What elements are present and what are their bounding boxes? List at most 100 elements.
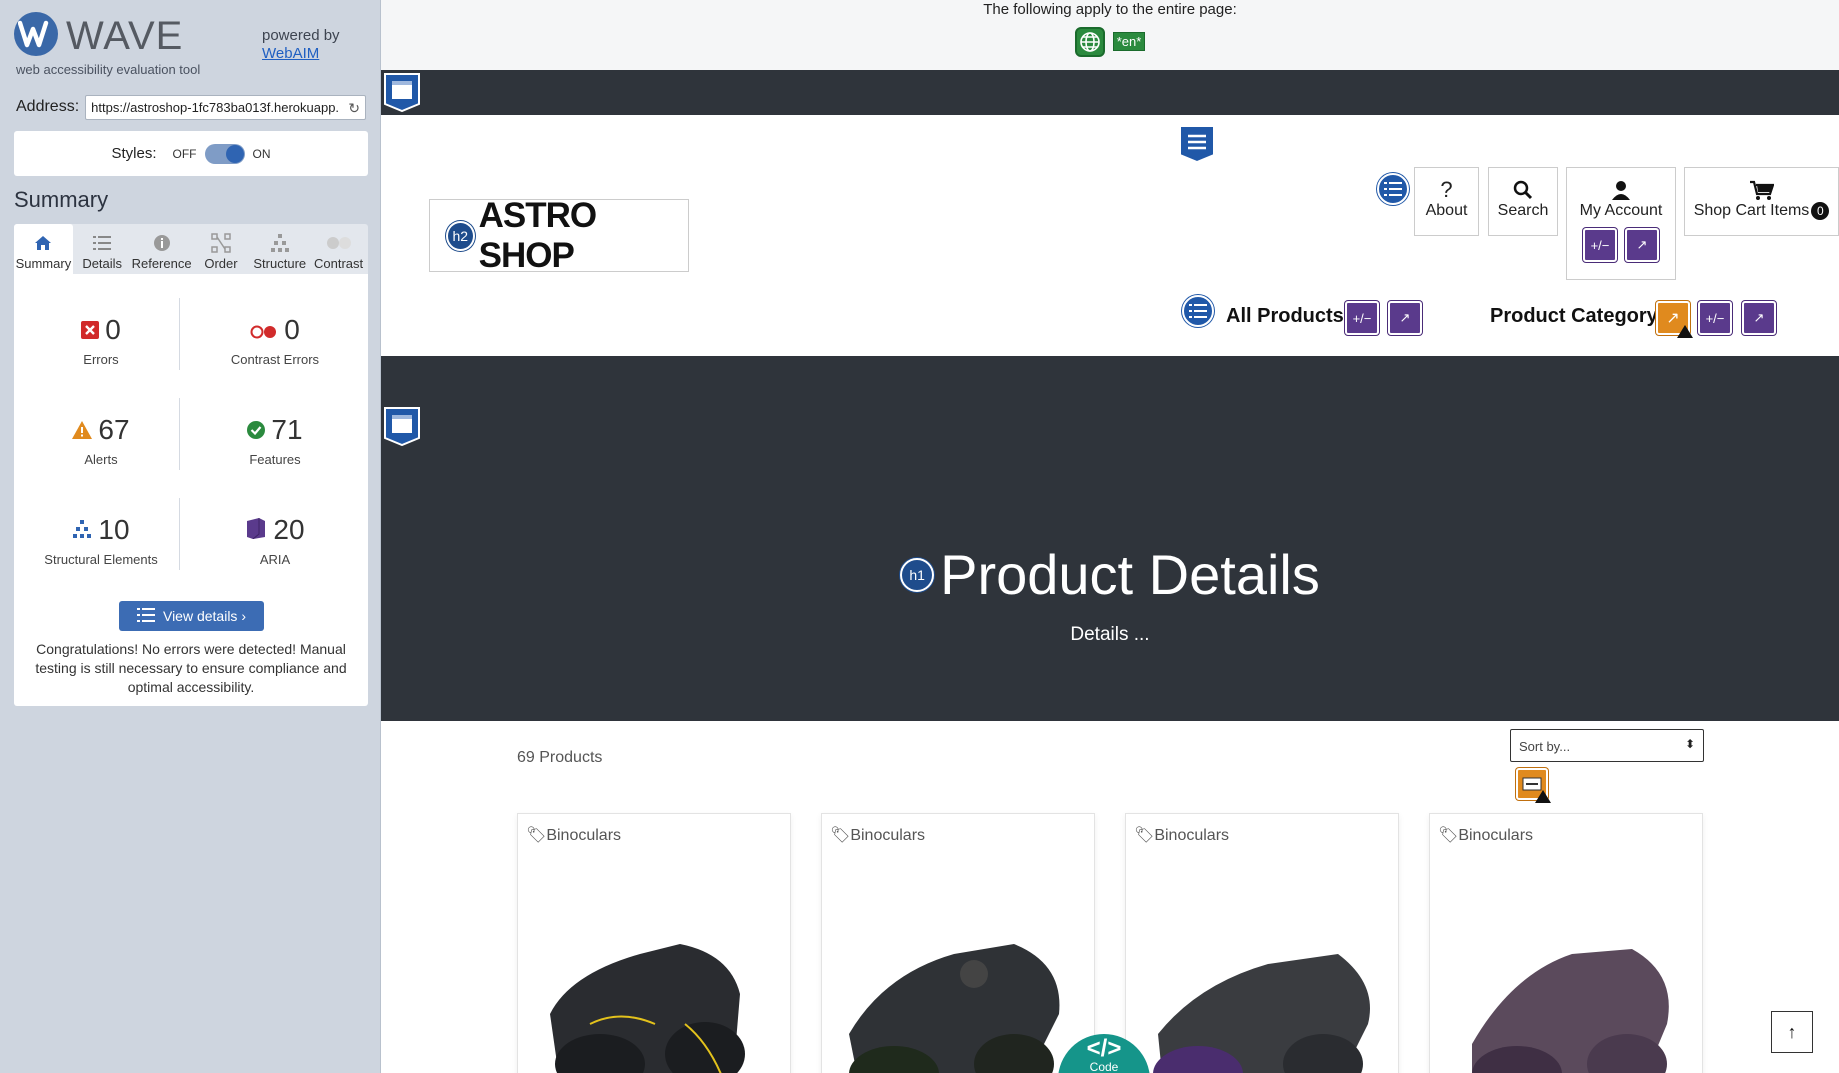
cart-icon [1685, 178, 1838, 202]
region-icon[interactable] [383, 72, 420, 113]
structure-icon [270, 230, 290, 256]
styles-off-label: OFF [172, 146, 197, 161]
arrow-up-icon: ↑ [1787, 1021, 1797, 1042]
h1-heading-icon: h1 [900, 557, 935, 592]
divider [179, 398, 180, 470]
tab-label: Order [204, 256, 238, 271]
summary-title: Summary [14, 187, 109, 212]
stat-alerts[interactable]: 67 Alerts [26, 414, 176, 467]
view-details-button[interactable]: View details › [119, 601, 264, 631]
list-icon [136, 607, 155, 625]
top-dark-bar [381, 70, 1839, 115]
product-category-label: Binoculars [850, 827, 926, 844]
aria-icon [245, 514, 267, 546]
address-value: https://astroshop-1fc783ba013f.herokuapp… [91, 99, 340, 115]
feature-icon [247, 414, 266, 446]
tab-structure[interactable]: Structure [250, 224, 309, 274]
stat-errors[interactable]: 0 Errors [26, 314, 176, 367]
tab-reference[interactable]: Reference [132, 224, 192, 274]
list-icon [93, 230, 112, 256]
summary-panel: 0 Errors 0 Contrast Errors 67 Alerts 71 … [14, 274, 368, 706]
divider [179, 298, 180, 370]
stat-contrast[interactable]: 0 Contrast Errors [200, 314, 350, 367]
product-category-label: Binoculars [1458, 827, 1534, 844]
aria-expanded-icon[interactable]: +/− [1698, 301, 1732, 335]
about-button[interactable]: ? About [1414, 167, 1479, 236]
product-category-tag: 🏷Binoculars [526, 825, 621, 845]
webaim-link[interactable]: WebAIM [262, 45, 340, 63]
search-icon [1489, 178, 1557, 202]
search-button[interactable]: Search [1488, 167, 1558, 236]
binoculars-image [1153, 954, 1370, 1073]
tag-icon: 🏷 [1438, 827, 1459, 844]
product-count: 69 Products [517, 749, 603, 766]
address-input[interactable]: https://astroshop-1fc783ba013f.herokuapp… [85, 94, 366, 120]
styles-on-label: ON [252, 146, 271, 161]
alert-select-icon[interactable] [1516, 768, 1551, 803]
aria-count: 20 [273, 514, 305, 545]
wave-tagline: web accessibility evaluation tool [16, 62, 201, 77]
site-logo-text: ASTRO SHOP [478, 195, 598, 275]
my-account-button[interactable]: My Account +/− ↗ [1566, 167, 1676, 280]
contrast-icon [326, 230, 352, 256]
product-card[interactable]: 🏷Binoculars [821, 813, 1095, 1073]
tab-order[interactable]: Order [192, 224, 251, 274]
powered-by: powered by WebAIM [262, 27, 340, 63]
tab-contrast[interactable]: Contrast [309, 224, 368, 274]
product-category-label: Binoculars [1154, 827, 1230, 844]
product-card[interactable]: 🏷Binoculars [517, 813, 791, 1073]
menu-all-products[interactable]: All Products [1226, 305, 1344, 328]
language-badge[interactable]: *en* [1112, 32, 1146, 51]
page-subtitle: Details ... [1070, 624, 1150, 645]
region-icon[interactable] [383, 406, 420, 447]
reload-icon[interactable]: ↻ [348, 100, 360, 117]
tab-label: Summary [15, 256, 72, 271]
page-title: h1 Product Details [381, 542, 1839, 607]
tab-summary[interactable]: Summary [14, 224, 73, 274]
contrast-label: Contrast Errors [230, 352, 320, 367]
code-icon: </> [1086, 1035, 1122, 1062]
errors-label: Errors [83, 352, 119, 367]
alert-warning-icon[interactable]: ↗ [1656, 301, 1693, 338]
product-category-label: Binoculars [546, 827, 622, 844]
address-row: Address: https://astroshop-1fc783ba013f.… [16, 94, 366, 120]
product-card[interactable]: 🏷Binoculars [1125, 813, 1399, 1073]
order-icon [211, 230, 231, 256]
aria-popup-icon[interactable]: ↗ [1742, 301, 1776, 335]
styles-toggle[interactable] [204, 143, 245, 164]
structural-count: 10 [98, 514, 130, 545]
about-label: About [1425, 202, 1468, 219]
divider [179, 498, 180, 570]
stat-structural[interactable]: 10 Structural Elements [26, 514, 176, 567]
aria-expanded-icon[interactable]: +/− [1345, 301, 1379, 335]
nav-region-icon[interactable] [1179, 125, 1215, 164]
styles-label: Styles: [111, 145, 157, 162]
stat-features[interactable]: 71 Features [200, 414, 350, 467]
list-icon[interactable] [1377, 173, 1409, 205]
product-category-tag: 🏷Binoculars [1438, 825, 1533, 845]
tab-label: Contrast [314, 256, 364, 271]
site-logo-link[interactable]: h2 ASTRO SHOP [429, 196, 689, 275]
aria-popup-icon[interactable]: ↗ [1625, 228, 1659, 262]
aria-expanded-icon[interactable]: +/− [1583, 228, 1617, 262]
code-label: Code [1089, 1060, 1119, 1073]
stat-aria[interactable]: 20 ARIA [200, 514, 350, 567]
features-label: Features [249, 452, 301, 467]
code-toggle-tab[interactable]: </> Code [1058, 1034, 1150, 1073]
tag-icon: 🏷 [526, 827, 547, 844]
tag-icon: 🏷 [1134, 827, 1155, 844]
hero-banner: h1 Product Details Details ... [381, 356, 1839, 721]
globe-icon[interactable] [1074, 27, 1105, 57]
styles-toggle-box: Styles: OFF ON [14, 131, 368, 176]
sort-select[interactable]: Sort by... [1510, 729, 1704, 762]
shop-cart-button[interactable]: Shop Cart Items 0 [1684, 167, 1839, 236]
page-level-icons-bar: The following apply to the entire page: … [381, 0, 1839, 70]
scroll-top-button[interactable]: ↑ [1771, 1011, 1813, 1053]
tab-details[interactable]: Details [73, 224, 132, 274]
list-icon[interactable] [1182, 295, 1214, 327]
page-view: The following apply to the entire page: … [381, 0, 1839, 1073]
menu-product-category[interactable]: Product Category [1490, 305, 1658, 328]
product-card[interactable]: 🏷Binoculars [1429, 813, 1703, 1073]
alerts-count: 67 [98, 414, 130, 445]
aria-popup-icon[interactable]: ↗ [1388, 301, 1422, 335]
